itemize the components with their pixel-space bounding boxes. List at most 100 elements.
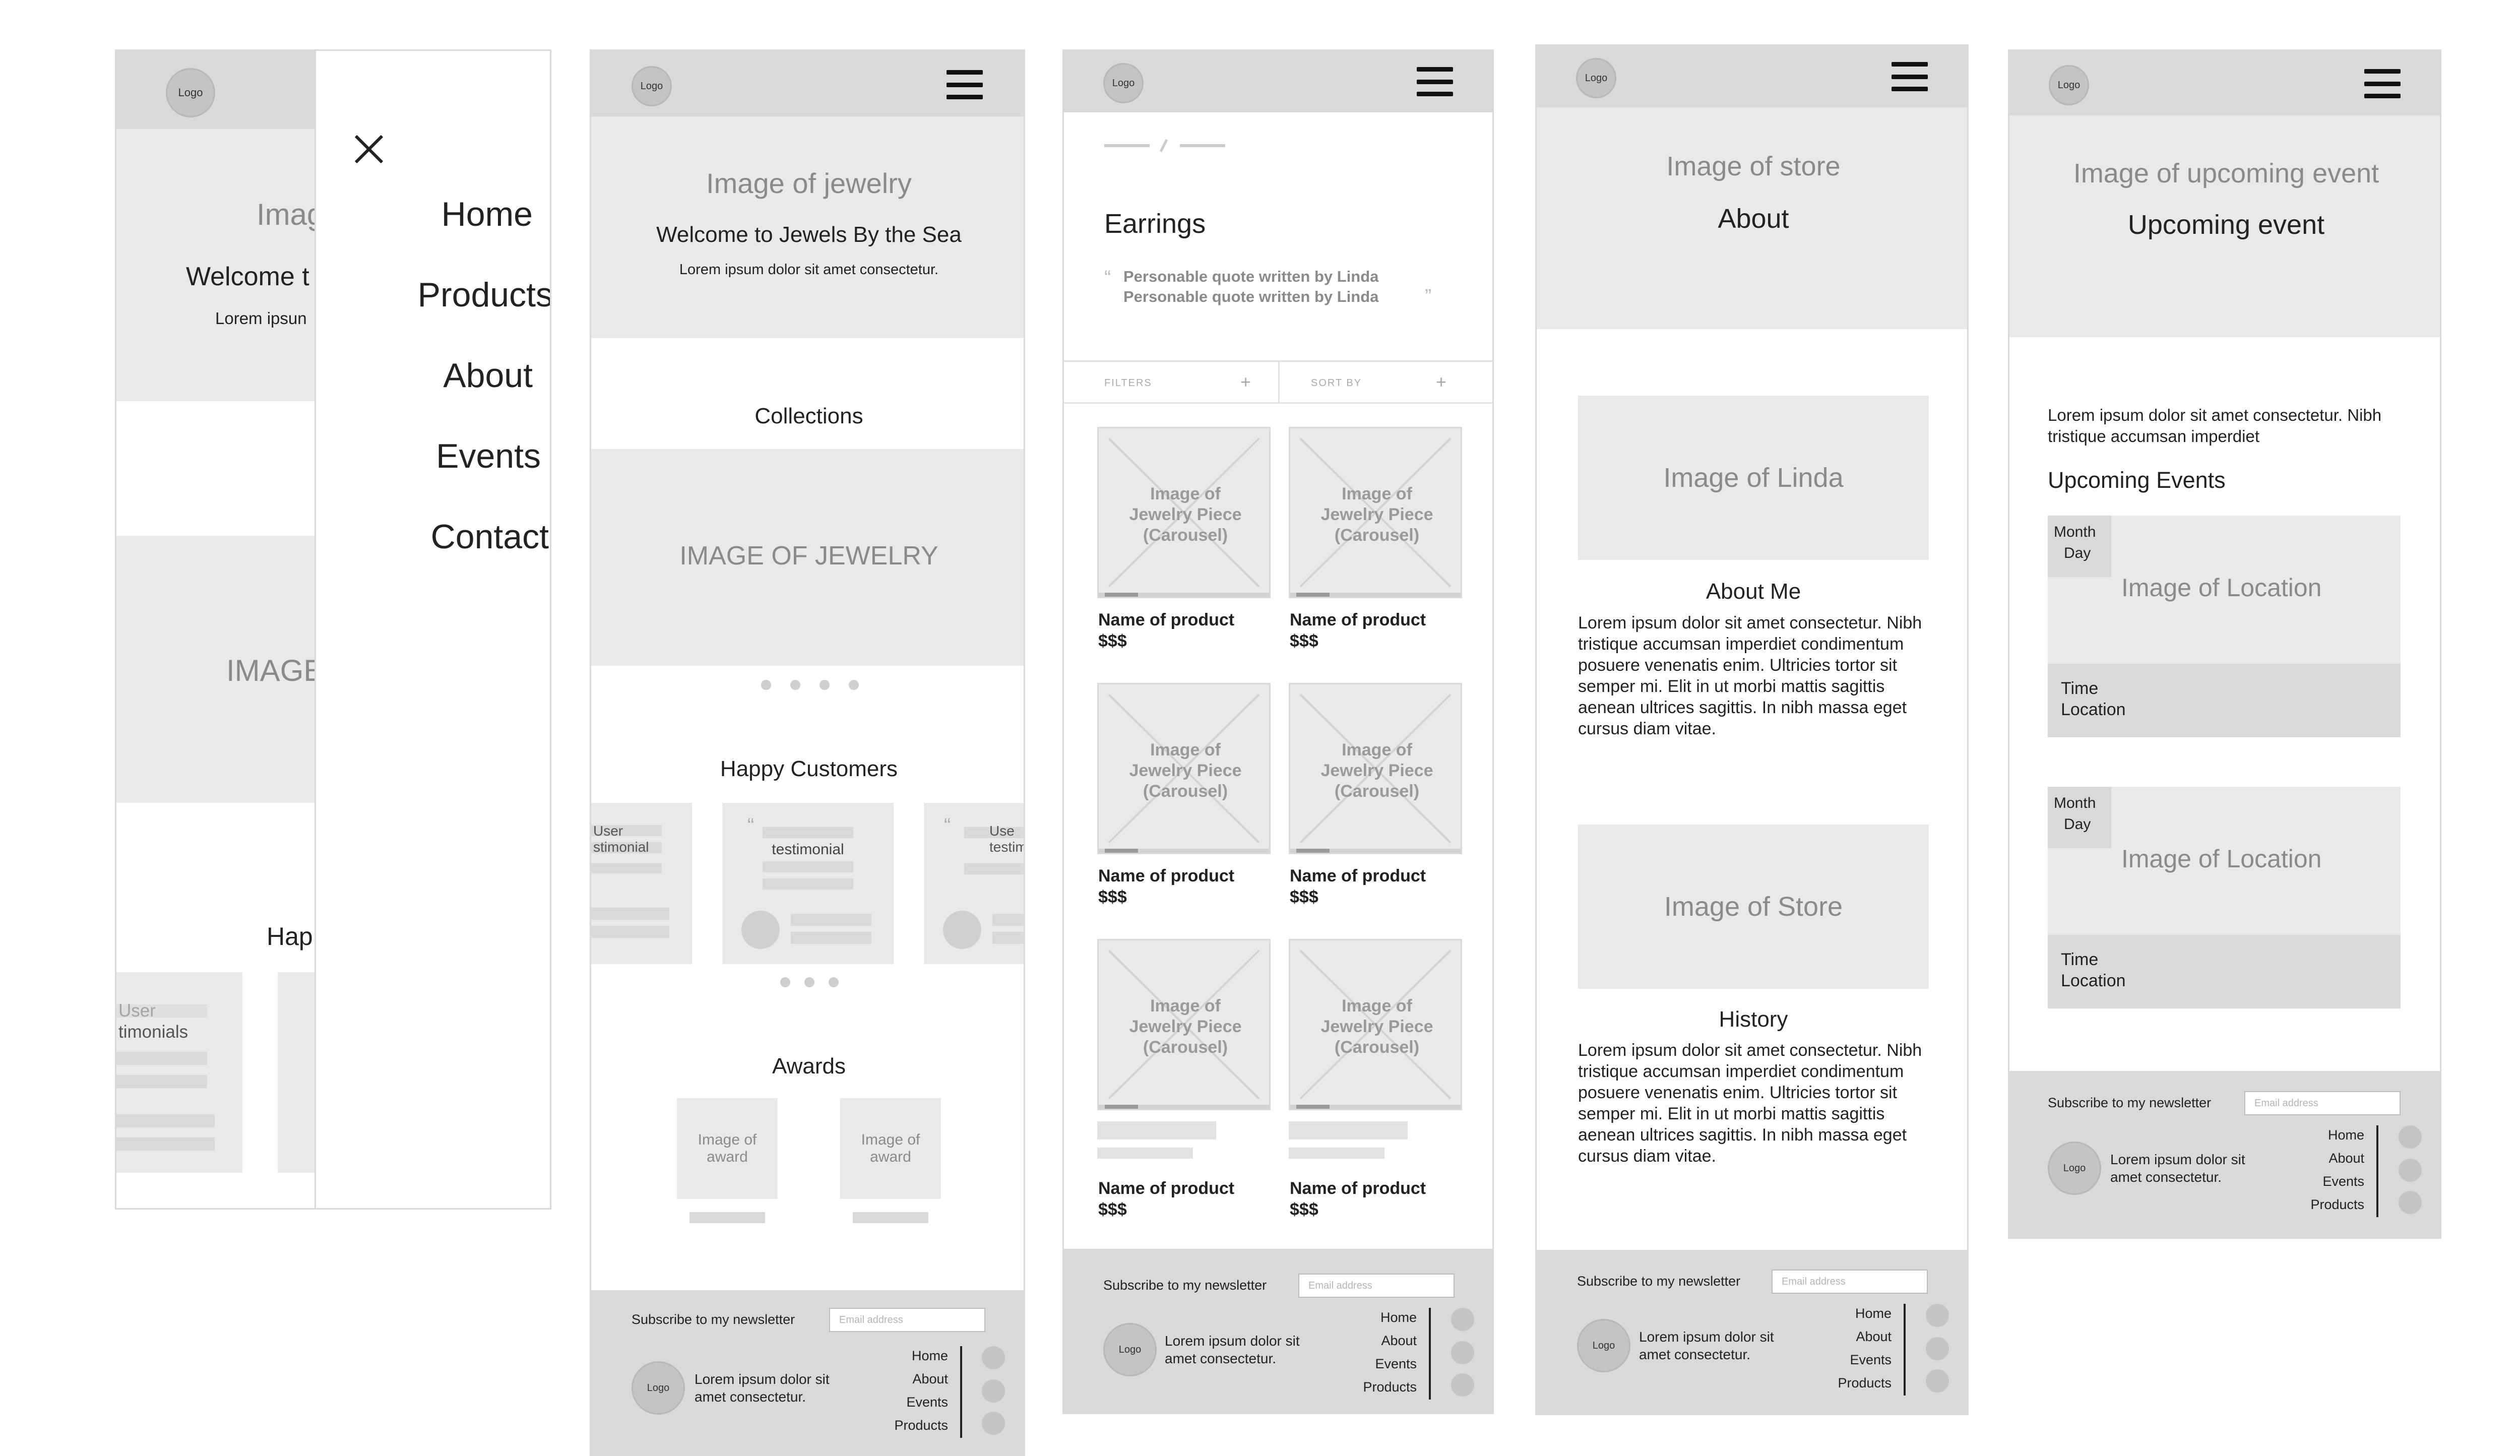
footer-logo[interactable]: Logo — [1103, 1323, 1157, 1376]
breadcrumb[interactable] — [1104, 136, 1225, 156]
carousel-dot[interactable] — [790, 680, 800, 690]
carousel-dot[interactable] — [780, 977, 790, 987]
product-name[interactable]: Name of product — [1290, 610, 1426, 630]
logo[interactable]: Logo — [632, 66, 672, 106]
placeholder-bar — [116, 1052, 207, 1065]
product-image[interactable]: Image of Jewelry Piece (Carousel) — [1289, 683, 1462, 854]
about-screen: Logo Image of store About Image of Linda… — [1535, 44, 1969, 1415]
social-icon[interactable] — [982, 1379, 1005, 1403]
footer-link-products[interactable]: Products — [1363, 1379, 1417, 1395]
social-icon[interactable] — [2399, 1125, 2422, 1149]
footer-link-about[interactable]: About — [1856, 1329, 1892, 1345]
product-card[interactable]: Image of Jewelry Piece (Carousel) Name of… — [1289, 427, 1462, 659]
carousel-dot[interactable] — [761, 680, 771, 690]
product-card[interactable]: Image of Jewelry Piece (Carousel) Name of… — [1289, 683, 1462, 915]
footer-logo[interactable]: Logo — [632, 1361, 685, 1415]
footer-link-events[interactable]: Events — [1375, 1356, 1417, 1372]
footer-link-home[interactable]: Home — [912, 1348, 948, 1364]
social-icon[interactable] — [2399, 1159, 2422, 1182]
logo[interactable]: Logo — [1103, 63, 1144, 103]
social-icon[interactable] — [1926, 1304, 1949, 1327]
carousel-dot[interactable] — [829, 977, 839, 987]
event-month: Month — [2054, 795, 2096, 811]
newsletter-email-input[interactable]: Email address — [829, 1308, 985, 1332]
footer-lorem: Lorem ipsum dolor sit amet consectetur. — [695, 1371, 830, 1405]
hero-title: About — [1718, 204, 1789, 234]
logo[interactable]: Logo — [2049, 65, 2089, 105]
footer-link-events[interactable]: Events — [1850, 1352, 1892, 1368]
product-card[interactable]: Image of Jewelry Piece (Carousel) Name of… — [1097, 683, 1271, 915]
footer-link-events[interactable]: Events — [2322, 1174, 2364, 1189]
footer-link-home[interactable]: Home — [1855, 1306, 1892, 1321]
placeholder-bar — [1289, 1148, 1384, 1159]
carousel-dot[interactable] — [820, 680, 830, 690]
about-me-heading: About Me — [1706, 579, 1801, 604]
filters-button[interactable]: FILTERS — [1104, 377, 1152, 389]
product-card[interactable]: Image of Jewelry Piece (Carousel) Name of… — [1097, 427, 1271, 659]
social-icon[interactable] — [982, 1412, 1005, 1435]
product-name[interactable]: Name of product — [1290, 1179, 1426, 1198]
menu-item-products[interactable]: Products — [418, 275, 550, 314]
close-icon[interactable] — [351, 132, 387, 167]
social-icon[interactable] — [1451, 1373, 1474, 1397]
placeholder-bar — [853, 1212, 928, 1223]
sort-by-button[interactable]: SORT BY — [1311, 377, 1362, 389]
social-icon[interactable] — [2399, 1191, 2422, 1214]
hamburger-menu-icon[interactable] — [1892, 62, 1928, 91]
footer-logo[interactable]: Logo — [1577, 1319, 1630, 1372]
testimonial-line: testimo — [989, 839, 1024, 855]
filters-plus-icon[interactable]: + — [1240, 371, 1251, 393]
product-name[interactable]: Name of product — [1098, 1179, 1234, 1198]
footer-link-home[interactable]: Home — [1380, 1310, 1417, 1325]
footer-link-products[interactable]: Products — [2310, 1197, 2364, 1213]
menu-item-about[interactable]: About — [443, 356, 533, 395]
social-icon[interactable] — [1926, 1369, 1949, 1392]
product-image[interactable]: Image of Jewelry Piece (Carousel) — [1097, 683, 1271, 854]
product-image[interactable]: Image of Jewelry Piece (Carousel) — [1097, 427, 1271, 598]
hamburger-menu-icon[interactable] — [947, 70, 983, 99]
footer-link-products[interactable]: Products — [894, 1418, 948, 1433]
social-icon[interactable] — [982, 1346, 1005, 1369]
product-card[interactable]: Image of Jewelry Piece (Carousel) Name of… — [1289, 939, 1462, 1219]
placeholder-bar — [689, 1212, 765, 1223]
footer-link-about[interactable]: About — [1381, 1333, 1417, 1349]
social-icon[interactable] — [1451, 1308, 1474, 1331]
hamburger-menu-icon[interactable] — [2364, 69, 2401, 98]
product-name[interactable]: Name of product — [1098, 610, 1234, 630]
carousel-dot[interactable] — [804, 977, 814, 987]
testimonial-line: User — [593, 823, 623, 839]
carousel-dot[interactable] — [849, 680, 859, 690]
menu-item-contact[interactable]: Contact — [431, 517, 549, 556]
social-icon[interactable] — [1926, 1337, 1949, 1360]
carousel-indicator-active — [1105, 1105, 1138, 1109]
product-image-label: Image of Jewelry Piece (Carousel) — [1129, 740, 1242, 801]
footer-link-about[interactable]: About — [2328, 1151, 2364, 1166]
footer-lorem: Lorem ipsum dolor sit amet consectetur. — [2110, 1152, 2245, 1185]
logo[interactable]: Logo — [166, 68, 215, 117]
footer-logo[interactable]: Logo — [2048, 1142, 2101, 1195]
footer-link-home[interactable]: Home — [2328, 1127, 2364, 1143]
product-image[interactable]: Image of Jewelry Piece (Carousel) — [1289, 427, 1462, 598]
product-card[interactable]: Image of Jewelry Piece (Carousel) Name of… — [1097, 939, 1271, 1219]
footer-link-products[interactable]: Products — [1838, 1375, 1892, 1391]
footer-link-about[interactable]: About — [912, 1371, 948, 1387]
product-name[interactable]: Name of product — [1098, 866, 1234, 886]
product-image[interactable]: Image of Jewelry Piece (Carousel) — [1097, 939, 1271, 1110]
history-heading: History — [1719, 1007, 1788, 1032]
newsletter-email-input[interactable]: Email address — [2244, 1091, 2401, 1115]
product-image[interactable]: Image of Jewelry Piece (Carousel) — [1289, 939, 1462, 1110]
footer-link-events[interactable]: Events — [906, 1395, 948, 1410]
avatar — [943, 911, 981, 949]
placeholder-bar — [591, 863, 662, 873]
menu-item-events[interactable]: Events — [436, 436, 541, 476]
product-name[interactable]: Name of product — [1290, 866, 1426, 886]
footer-divider — [1429, 1308, 1431, 1400]
sort-plus-icon[interactable]: + — [1436, 371, 1446, 393]
logo[interactable]: Logo — [1576, 58, 1616, 98]
newsletter-email-input[interactable]: Email address — [1298, 1274, 1455, 1298]
menu-item-home[interactable]: Home — [442, 195, 533, 234]
social-icon[interactable] — [1451, 1341, 1474, 1364]
hamburger-menu-icon[interactable] — [1417, 67, 1453, 96]
newsletter-email-input[interactable]: Email address — [1772, 1270, 1928, 1294]
event-location: Location — [2061, 971, 2126, 990]
